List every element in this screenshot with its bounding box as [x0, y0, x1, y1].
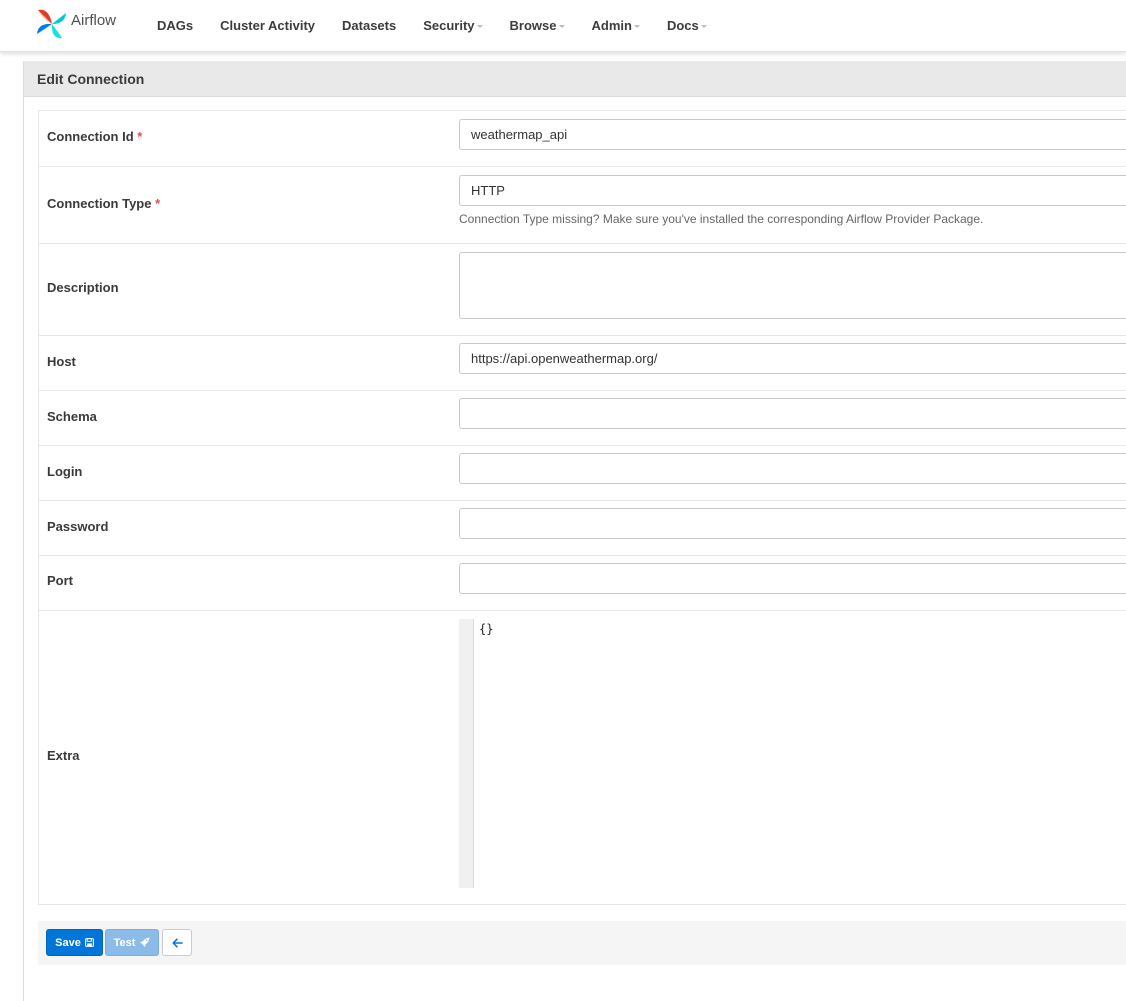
top-navbar: Airflow DAGs Cluster Activity Datasets S…: [0, 0, 1126, 52]
rocket-icon: [139, 937, 150, 948]
edit-connection-panel: Edit Connection Connection Id * weatherm…: [23, 61, 1126, 1001]
schema-label: Schema: [47, 409, 97, 424]
port-input[interactable]: [459, 563, 1126, 594]
description-label: Description: [47, 280, 119, 295]
panel-title: Edit Connection: [24, 61, 1126, 97]
form-row-schema: Schema: [39, 391, 1126, 446]
form-row-host: Host https://api.openweathermap.org/: [39, 336, 1126, 391]
connection-id-label: Connection Id *: [47, 129, 143, 144]
password-input[interactable]: [459, 508, 1126, 539]
connection-form: Connection Id * weathermap_api Connectio…: [38, 110, 1126, 905]
caret-down-icon: [476, 24, 483, 28]
airflow-logo-icon: [37, 9, 66, 39]
caret-down-icon: [558, 24, 565, 28]
schema-input[interactable]: [459, 398, 1126, 429]
nav-docs-dropdown[interactable]: Docs: [667, 18, 707, 33]
airflow-home-link[interactable]: Airflow: [35, 6, 116, 42]
login-input[interactable]: [459, 453, 1126, 484]
host-label: Host: [47, 354, 76, 369]
extra-code-editor[interactable]: {}: [459, 619, 1126, 888]
connection-id-input[interactable]: weathermap_api: [459, 119, 1126, 150]
nav-cluster-activity-label: Cluster Activity: [220, 17, 316, 33]
form-row-password: Password: [39, 501, 1126, 556]
back-button[interactable]: [162, 929, 192, 956]
login-label: Login: [47, 464, 83, 479]
floppy-disk-icon: [84, 938, 94, 947]
form-row-extra: Extra {}: [39, 611, 1126, 904]
main-nav: DAGs Cluster Activity Datasets Security …: [157, 0, 734, 50]
required-marker: *: [137, 129, 143, 144]
extra-label: Extra: [47, 748, 80, 763]
extra-code-text: {}: [479, 622, 494, 636]
code-editor-gutter: [459, 619, 474, 888]
brand-name: Airflow: [71, 11, 117, 29]
connection-type-select[interactable]: HTTP: [459, 175, 1126, 206]
form-row-port: Port: [39, 556, 1126, 611]
caret-down-icon: [700, 24, 707, 28]
test-button[interactable]: Test: [105, 929, 159, 956]
nav-browse-label: Browse: [509, 17, 557, 33]
nav-browse-dropdown[interactable]: Browse: [510, 18, 565, 33]
form-row-connection-id: Connection Id * weathermap_api: [39, 111, 1126, 167]
required-marker: *: [155, 196, 161, 211]
nav-datasets[interactable]: Datasets: [342, 18, 396, 33]
test-button-label: Test: [113, 936, 136, 949]
nav-security-label: Security: [423, 17, 475, 33]
nav-docs-label: Docs: [666, 17, 699, 33]
host-input[interactable]: https://api.openweathermap.org/: [459, 343, 1126, 374]
port-label: Port: [47, 573, 73, 588]
description-textarea[interactable]: [459, 252, 1126, 319]
connection-type-help-text: Connection Type missing? Make sure you'v…: [459, 212, 984, 226]
nav-admin-dropdown[interactable]: Admin: [592, 18, 640, 33]
nav-security-dropdown[interactable]: Security: [423, 17, 483, 33]
form-row-description: Description: [39, 244, 1126, 336]
arrow-left-icon: [171, 937, 183, 948]
nav-cluster-activity[interactable]: Cluster Activity: [220, 18, 315, 33]
nav-dags[interactable]: DAGs: [157, 18, 193, 33]
save-button-label: Save: [55, 936, 81, 949]
caret-down-icon: [633, 24, 640, 28]
connection-type-label: Connection Type *: [47, 196, 161, 211]
nav-admin-label: Admin: [591, 17, 632, 33]
form-row-connection-type: Connection Type * HTTP Connection Type m…: [39, 167, 1126, 244]
save-button[interactable]: Save: [46, 929, 103, 956]
form-actions-bar: Save Test: [38, 921, 1126, 965]
password-label: Password: [47, 519, 109, 534]
nav-datasets-label: Datasets: [342, 17, 397, 33]
nav-dags-label: DAGs: [157, 17, 194, 33]
form-row-login: Login: [39, 446, 1126, 501]
